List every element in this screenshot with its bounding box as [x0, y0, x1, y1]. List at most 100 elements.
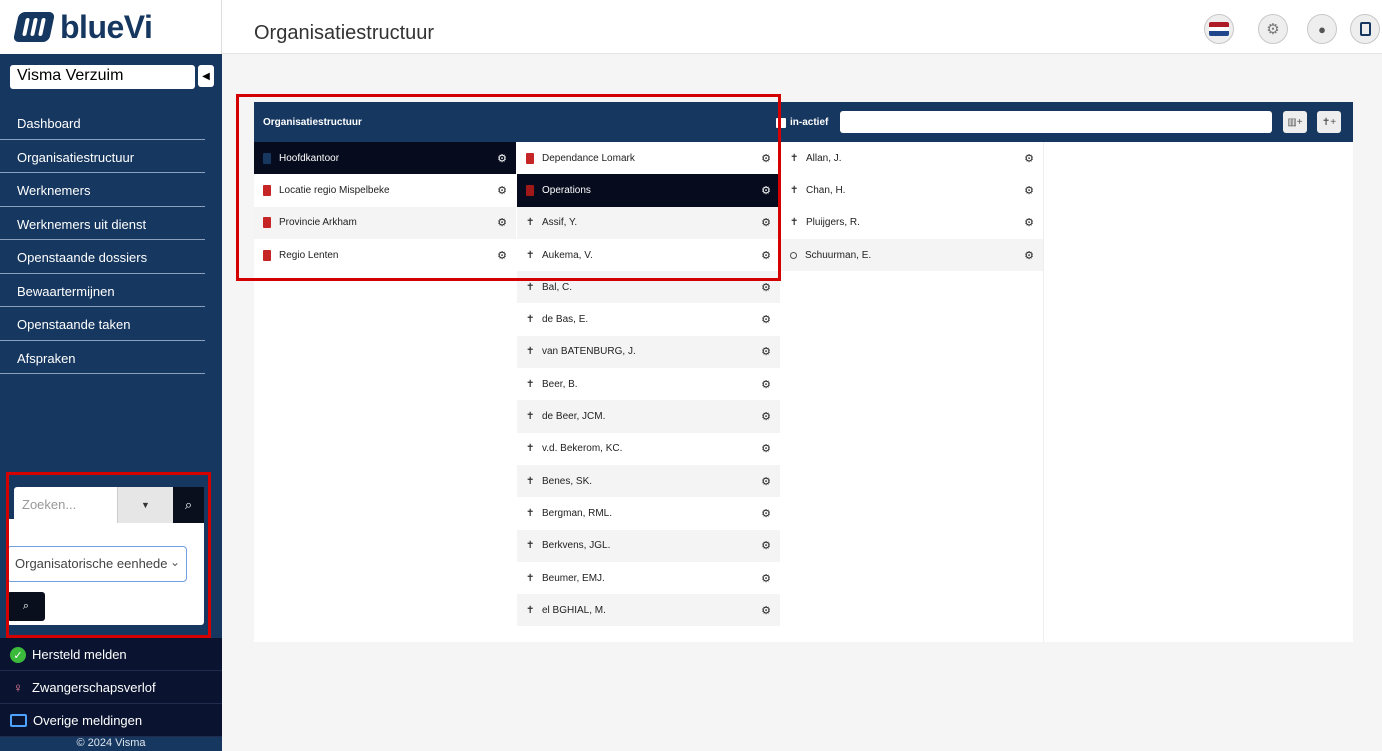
highlight-frame-structure: [236, 94, 781, 281]
nav-item-organisatiestructuur[interactable]: Organisatiestructuur: [0, 140, 205, 173]
gear-icon: ⚙: [1266, 21, 1280, 38]
collapse-sidebar-button[interactable]: ◀: [198, 65, 214, 87]
settings-button[interactable]: ⚙: [1258, 14, 1288, 44]
person-icon: ✝: [526, 507, 535, 519]
main-nav: Dashboard Organisatiestructuur Werknemer…: [0, 106, 205, 374]
logo-text: blueVi: [60, 8, 153, 45]
employee-name: Pluijgers, R.: [806, 217, 860, 229]
employee-name: v.d. Bekerom, KC.: [542, 443, 623, 455]
employee-row[interactable]: ✝ Beumer, EMJ. ⚙: [517, 562, 780, 594]
employee-row[interactable]: ✝ Berkvens, JGL. ⚙: [517, 529, 780, 562]
add-person-icon: ✝+: [1321, 116, 1337, 128]
employee-name: Beumer, EMJ.: [542, 572, 605, 584]
employee-name: Bergman, RML.: [542, 507, 613, 519]
gear-icon[interactable]: ⚙: [752, 345, 780, 358]
overige-meldingen-link[interactable]: Overige meldingen: [0, 704, 222, 737]
employee-name: Schuurman, E.: [805, 249, 872, 261]
gear-icon[interactable]: ⚙: [752, 507, 780, 520]
logo-mark-icon: [12, 12, 56, 42]
employee-name: van BATENBURG, J.: [542, 346, 636, 358]
building-icon: [1359, 22, 1371, 36]
employee-name: Chan, H.: [806, 184, 846, 196]
organisation-selector[interactable]: Visma Verzuim: [10, 65, 195, 89]
gear-icon[interactable]: ⚙: [752, 410, 780, 423]
employee-row[interactable]: ✝ Allan, J. ⚙: [781, 142, 1043, 174]
nav-item-afspraken[interactable]: Afspraken: [0, 341, 205, 374]
add-unit-icon: ▥+: [1287, 116, 1303, 128]
person-icon: ✝: [790, 217, 799, 229]
nav-item-dashboard[interactable]: Dashboard: [0, 106, 205, 140]
employee-row[interactable]: ✝ Bergman, RML. ⚙: [517, 497, 780, 529]
nav-item-werknemers[interactable]: Werknemers: [0, 173, 205, 207]
employee-row[interactable]: ✝ de Beer, JCM. ⚙: [517, 400, 780, 433]
employee-name: de Bas, E.: [542, 314, 589, 326]
gear-icon[interactable]: ⚙: [1015, 249, 1043, 262]
user-button[interactable]: ●: [1307, 14, 1337, 44]
gear-icon[interactable]: ⚙: [752, 281, 780, 294]
employee-row[interactable]: ✝ Beer, B. ⚙: [517, 368, 780, 400]
employee-row[interactable]: ✝ de Bas, E. ⚙: [517, 303, 780, 335]
gear-icon[interactable]: ⚙: [752, 572, 780, 585]
caret-left-icon: ◀: [202, 70, 210, 82]
copyright-footer: © 2024 Visma: [0, 737, 222, 751]
employee-row[interactable]: ✝ Pluijgers, R. ⚙: [781, 207, 1043, 239]
person-icon: ✝: [526, 540, 535, 552]
filter-input[interactable]: [840, 111, 1272, 133]
nav-item-bewaartermijnen[interactable]: Bewaartermijnen: [0, 274, 205, 307]
user-icon: ●: [1318, 21, 1326, 37]
gear-icon[interactable]: ⚙: [752, 475, 780, 488]
person-icon: ✝: [526, 604, 535, 616]
gear-icon[interactable]: ⚙: [752, 442, 780, 455]
overige-meldingen-label: Overige meldingen: [33, 713, 143, 728]
nav-item-openstaande-dossiers[interactable]: Openstaande dossiers: [0, 240, 205, 274]
zwangerschapsverlof-label: Zwangerschapsverlof: [32, 680, 156, 695]
add-employee-button[interactable]: ✝+: [1317, 111, 1341, 133]
zwangerschapsverlof-link[interactable]: ♀ Zwangerschapsverlof: [0, 671, 222, 704]
quick-notifications: ✓ Hersteld melden ♀ Zwangerschapsverlof …: [0, 638, 222, 737]
nav-item-werknemers-uit-dienst[interactable]: Werknemers uit dienst: [0, 207, 205, 240]
nav-item-openstaande-taken[interactable]: Openstaande taken: [0, 307, 205, 341]
gear-icon[interactable]: ⚙: [1015, 184, 1043, 197]
employee-name: Bal, C.: [542, 281, 573, 293]
list-icon: [10, 714, 27, 727]
person-icon: ✝: [526, 572, 535, 584]
gear-icon[interactable]: ⚙: [1015, 152, 1043, 165]
employee-row[interactable]: ✝ v.d. Bekerom, KC. ⚙: [517, 433, 780, 465]
gear-icon[interactable]: ⚙: [752, 604, 780, 617]
person-icon: ✝: [526, 314, 535, 326]
employee-row[interactable]: ✝ Chan, H. ⚙: [781, 174, 1043, 206]
gear-icon[interactable]: ⚙: [752, 539, 780, 552]
hersteld-melden-label: Hersteld melden: [32, 647, 127, 662]
sidebar: blueVi Visma Verzuim ◀ Dashboard Organis…: [0, 0, 222, 751]
inactive-label: in-actief: [790, 117, 829, 128]
page-title: Organisatiestructuur: [254, 22, 435, 44]
person-icon: ✝: [526, 281, 535, 293]
check-circle-icon: ✓: [10, 647, 26, 663]
language-button[interactable]: [1204, 14, 1234, 44]
logo[interactable]: blueVi: [0, 0, 222, 54]
inactive-person-icon: [790, 251, 797, 259]
gear-icon[interactable]: ⚙: [752, 313, 780, 326]
gear-icon[interactable]: ⚙: [1015, 216, 1043, 229]
employee-row[interactable]: ✝ Benes, SK. ⚙: [517, 464, 780, 498]
top-header: Organisatiestructuur ⚙ ●: [222, 0, 1382, 54]
employee-name: Berkvens, JGL.: [542, 540, 611, 552]
employees-column-3: ✝ Allan, J. ⚙ ✝ Chan, H. ⚙ ✝ Pluijgers, R. ⚙ S…: [781, 142, 1044, 642]
employee-row[interactable]: ✝ van BATENBURG, J. ⚙: [517, 335, 780, 369]
person-icon: ✝: [526, 378, 535, 390]
person-icon: ✝: [526, 411, 535, 423]
employee-row[interactable]: ✝ el BGHIAL, M. ⚙: [517, 594, 780, 627]
gear-icon[interactable]: ⚙: [752, 378, 780, 391]
organisation-button[interactable]: [1350, 14, 1380, 44]
person-icon: ✝: [790, 152, 799, 164]
pregnant-icon: ♀: [13, 680, 23, 695]
employee-name: Beer, B.: [542, 378, 578, 390]
add-unit-button[interactable]: ▥+: [1283, 111, 1307, 133]
employee-row[interactable]: Schuurman, E. ⚙: [781, 238, 1043, 272]
inactive-toggle[interactable]: in-actief: [776, 117, 828, 128]
employee-name: de Beer, JCM.: [542, 411, 606, 423]
hersteld-melden-link[interactable]: ✓ Hersteld melden: [0, 638, 222, 671]
person-icon: ✝: [526, 475, 535, 487]
person-icon: ✝: [790, 184, 799, 196]
employee-name: el BGHIAL, M.: [542, 604, 606, 616]
